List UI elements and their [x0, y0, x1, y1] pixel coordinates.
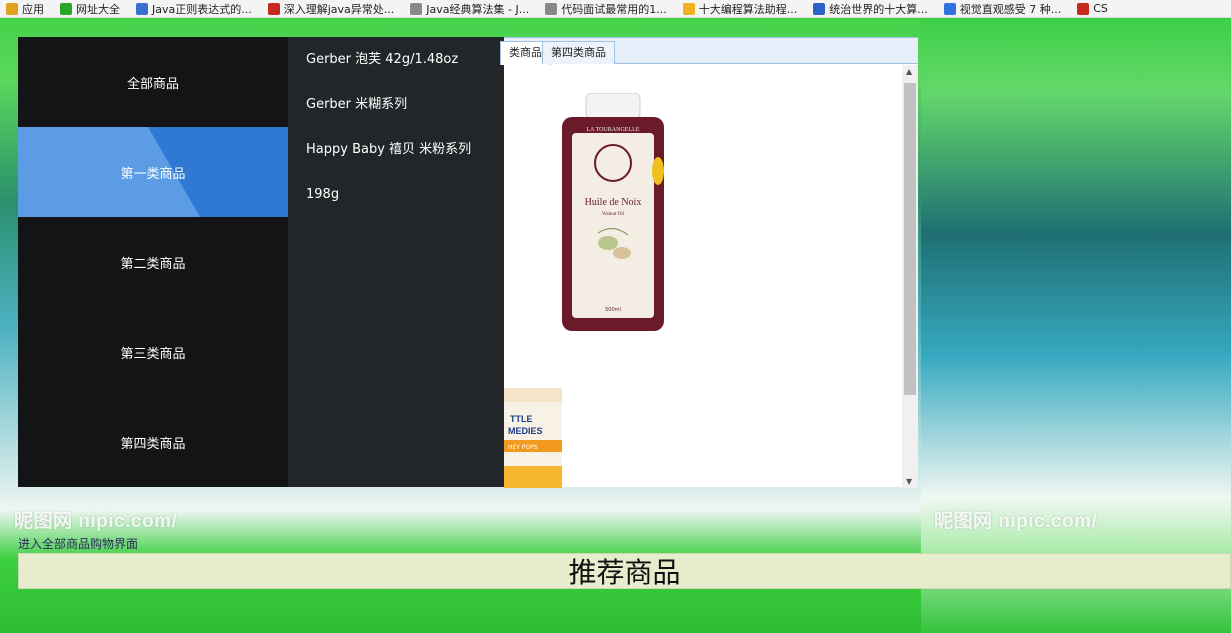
- scroll-up-icon[interactable]: ▲: [906, 67, 912, 76]
- bookmark-label: 深入理解java异常处...: [283, 2, 395, 16]
- sub-item[interactable]: Gerber 泡芙 42g/1.48oz: [288, 37, 504, 82]
- all-products-link[interactable]: 进入全部商品购物界面: [18, 535, 138, 552]
- csdn-icon: [267, 2, 280, 15]
- category-label: 第二类商品: [120, 256, 186, 272]
- category-label: 第四类商品: [120, 436, 186, 452]
- bookmark-label: 统治世界的十大算...: [829, 2, 928, 16]
- product-panel: 全部商品 第一类商品 第二类商品 第三类商品 第四类商品 Gerber 泡芙 4…: [18, 37, 918, 488]
- bulb-icon: [682, 2, 695, 15]
- tab-bar: 类商品 第四类商品: [500, 38, 918, 65]
- page-icon: [410, 2, 423, 15]
- category-2[interactable]: 第二类商品: [18, 217, 288, 307]
- bookmarks-bar: 应用 网址大全 Java正则表达式的... 深入理解java异常处... Java经典算…: [0, 0, 1231, 18]
- walnut-oil-tin-image: LA TOURANGELLE Huile de Noix Walnut Oil …: [562, 93, 664, 331]
- category-label: 第一类商品: [120, 166, 186, 182]
- sub-item[interactable]: 198g: [288, 172, 504, 217]
- bookmark-item[interactable]: 视觉直观感受 7 种...: [943, 1, 1062, 17]
- bookmark-item[interactable]: 应用: [6, 1, 44, 17]
- bookmark-label: 十大编程算法助程...: [698, 2, 798, 16]
- bookmark-label: 应用: [22, 2, 44, 16]
- watermark-right: 昵图网 nipic.com/: [934, 511, 1098, 532]
- scroll-down-icon[interactable]: ▼: [906, 477, 912, 486]
- csdn-icon: [1077, 2, 1090, 15]
- bookmark-label: 视觉直观感受 7 种...: [959, 2, 1062, 16]
- bookmark-label: 网址大全: [76, 2, 120, 16]
- category-all[interactable]: 全部商品: [18, 37, 288, 127]
- tin-sub: Walnut Oil: [602, 212, 625, 217]
- watermark-left: 昵图网 nipic.com/: [14, 511, 178, 532]
- bookmark-item[interactable]: 深入理解java异常处...: [267, 1, 395, 17]
- box-text-2: MEDIES: [508, 426, 543, 436]
- box-text-1: TTLE: [510, 414, 533, 424]
- bookmark-item[interactable]: Java经典算法集 - J...: [410, 1, 529, 17]
- tab-content: 类商品 第四类商品 LA TOURANGELLE Huile de Noix W…: [500, 37, 918, 488]
- tin-brand: LA TOURANGELLE: [587, 127, 640, 133]
- bookmark-item[interactable]: CS: [1077, 2, 1108, 15]
- recommend-title: 推荐商品: [568, 556, 681, 589]
- category-menu: 全部商品 第一类商品 第二类商品 第三类商品 第四类商品: [18, 37, 288, 487]
- vertical-scrollbar[interactable]: ▲ ▼: [902, 65, 918, 488]
- b-icon: [943, 2, 956, 15]
- bookmark-item[interactable]: Java正则表达式的...: [136, 1, 252, 17]
- tin-volume: 500ml: [605, 307, 621, 313]
- plus-circle-icon: [60, 2, 72, 15]
- recommend-title-bar: 推荐商品: [18, 553, 1231, 589]
- bookmark-label: Java经典算法集 - J...: [426, 2, 530, 16]
- bookmark-label: CS: [1093, 2, 1108, 15]
- background-right: [921, 18, 1231, 633]
- apps-grid-icon: [6, 2, 18, 15]
- cereal-box-image: TTLE MEDIES HEY POPS: [504, 388, 562, 488]
- category-4[interactable]: 第四类商品: [18, 397, 288, 487]
- tab-category-4[interactable]: 第四类商品: [542, 41, 615, 64]
- category-label: 第三类商品: [120, 346, 186, 362]
- kr-icon: [813, 2, 826, 15]
- bookmark-item[interactable]: 网址大全: [60, 1, 120, 17]
- bookmark-label: Java正则表达式的...: [152, 2, 252, 16]
- sub-item[interactable]: Gerber 米糊系列: [288, 82, 504, 127]
- box-text-3: HEY POPS: [508, 444, 538, 451]
- bookmark-item[interactable]: 统治世界的十大算...: [813, 1, 928, 17]
- category-3[interactable]: 第三类商品: [18, 307, 288, 397]
- category-label: 全部商品: [126, 76, 179, 92]
- tin-name: Huile de Noix: [585, 197, 642, 208]
- bookmark-item[interactable]: 十大编程算法助程...: [682, 1, 798, 17]
- sub-item[interactable]: Happy Baby 禧贝 米粉系列: [288, 127, 504, 172]
- bookmark-label: 代码面试最常用的1...: [561, 2, 667, 16]
- bookmark-item[interactable]: 代码面试最常用的1...: [545, 1, 667, 17]
- page-icon: [545, 2, 558, 15]
- category-1[interactable]: 第一类商品: [18, 127, 288, 217]
- scroll-thumb[interactable]: [904, 83, 916, 395]
- sub-menu: Gerber 泡芙 42g/1.48oz Gerber 米糊系列 Happy B…: [288, 37, 504, 487]
- blog-icon: [136, 2, 148, 15]
